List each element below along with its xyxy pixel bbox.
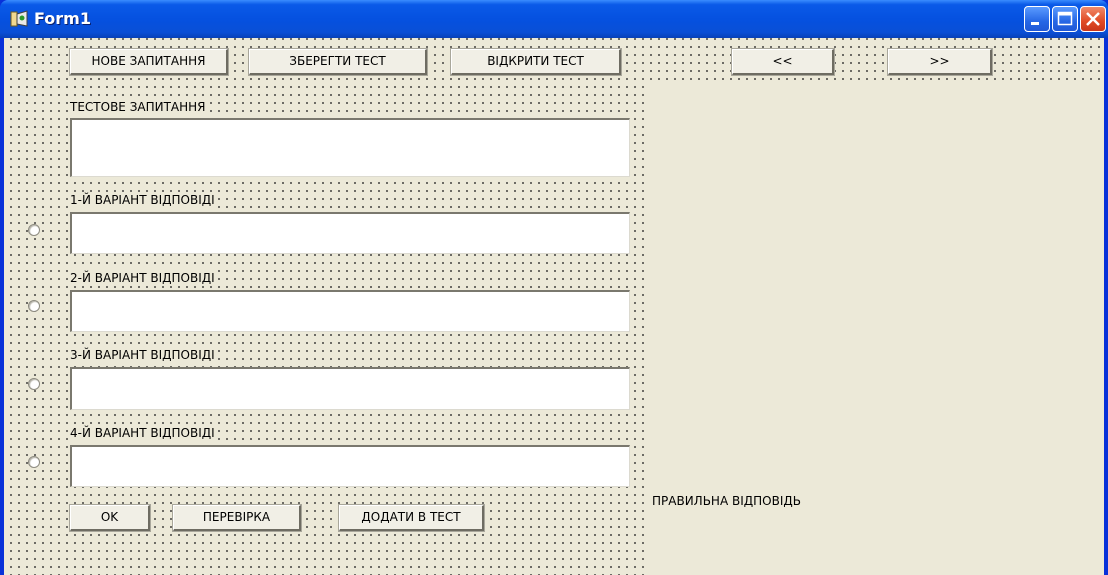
question-label: ТЕСТОВЕ ЗАПИТАННЯ (70, 99, 208, 115)
answer-3-radio[interactable] (28, 378, 40, 390)
answer-1-label: 1-Й ВАРІАНТ ВІДПОВІДІ (70, 192, 217, 208)
close-button[interactable] (1080, 6, 1106, 32)
answer-1-input[interactable] (70, 212, 630, 254)
form-window: Form1 НОВЕ ЗАПИТАННЯ ЗБЕРЕГТИ ТЕСТ ВІДКР… (0, 0, 1108, 575)
maximize-button[interactable] (1052, 6, 1078, 32)
minimize-button[interactable] (1024, 6, 1050, 32)
ok-button[interactable]: OK (69, 504, 151, 532)
open-test-button[interactable]: ВІДКРИТИ ТЕСТ (450, 48, 622, 76)
next-button[interactable]: >> (887, 48, 993, 76)
maximize-icon (1057, 11, 1073, 26)
save-test-button[interactable]: ЗБЕРЕГТИ ТЕСТ (248, 48, 428, 76)
title-bar[interactable]: Form1 (0, 0, 1108, 38)
correct-answer-label: ПРАВИЛЬНА ВІДПОВІДЬ (652, 493, 803, 509)
answer-4-input[interactable] (70, 445, 630, 487)
answer-2-label: 2-Й ВАРІАНТ ВІДПОВІДІ (70, 270, 217, 286)
answer-4-radio[interactable] (28, 456, 40, 468)
close-icon (1086, 12, 1100, 26)
add-to-test-button[interactable]: ДОДАТИ В ТЕСТ (338, 504, 485, 532)
form-client-area: НОВЕ ЗАПИТАННЯ ЗБЕРЕГТИ ТЕСТ ВІДКРИТИ ТЕ… (4, 38, 1104, 575)
answer-1-radio[interactable] (28, 224, 40, 236)
answer-4-label: 4-Й ВАРІАНТ ВІДПОВІДІ (70, 425, 217, 441)
form-icon (10, 10, 28, 27)
answer-3-input[interactable] (70, 367, 630, 410)
previous-button[interactable]: << (731, 48, 835, 76)
new-question-button[interactable]: НОВЕ ЗАПИТАННЯ (69, 48, 229, 76)
window-title: Form1 (34, 9, 91, 28)
answer-2-input[interactable] (70, 290, 630, 332)
minimize-icon (1031, 22, 1039, 25)
answer-3-label: 3-Й ВАРІАНТ ВІДПОВІДІ (70, 347, 217, 363)
question-input[interactable] (70, 118, 630, 177)
answer-2-radio[interactable] (28, 300, 40, 312)
check-button[interactable]: ПЕРЕВІРКА (172, 504, 302, 532)
